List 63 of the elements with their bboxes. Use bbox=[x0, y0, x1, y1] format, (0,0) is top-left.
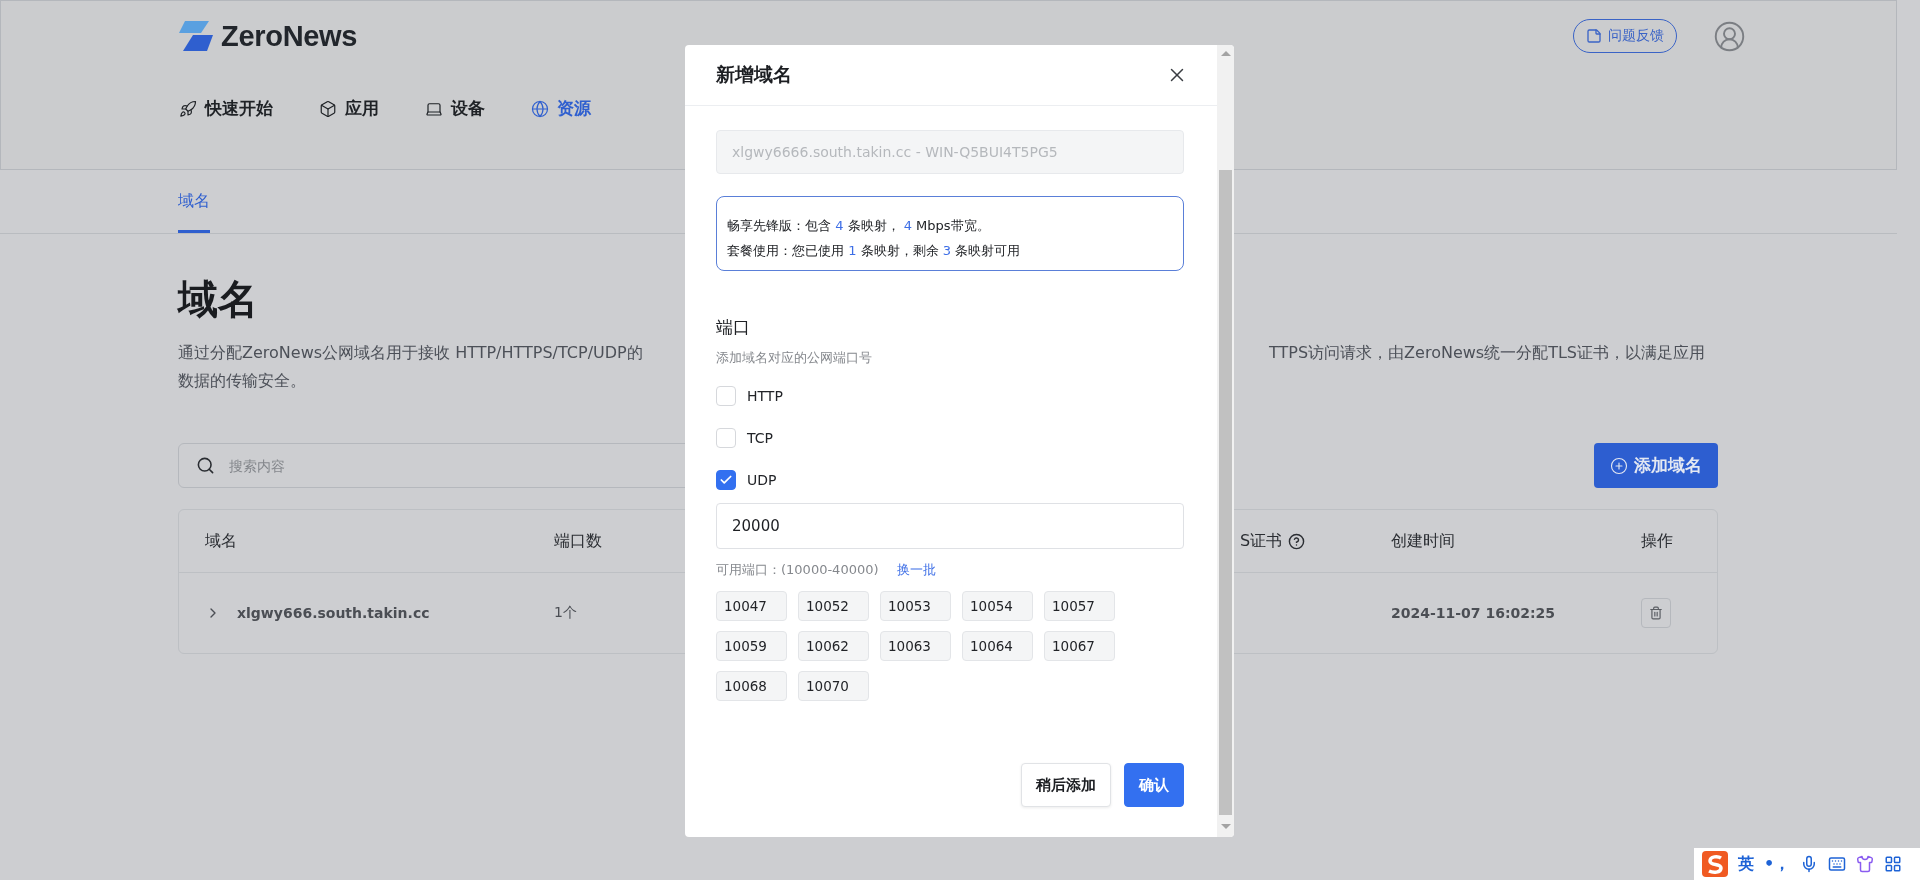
column-header: 操作 bbox=[1641, 530, 1673, 552]
description-text: 数据的传输安全。 bbox=[178, 370, 306, 392]
table-cell: 1个 bbox=[554, 604, 577, 622]
scrollbar[interactable] bbox=[1217, 45, 1234, 837]
available-ports-label: 可用端口：(10000-40000) bbox=[716, 561, 879, 579]
grid-icon[interactable] bbox=[1884, 855, 1903, 873]
hint-text: 添加域名对应的公网端口号 bbox=[716, 349, 873, 367]
column-header: 端口数 bbox=[554, 530, 602, 552]
plan-text: 套餐使用：您已使用 1 条映射，剩余 3 条映射可用 bbox=[727, 242, 1022, 260]
column-header: 域名 bbox=[205, 530, 237, 552]
port-chip[interactable]: 10059 bbox=[716, 631, 787, 661]
globe-icon bbox=[531, 99, 549, 118]
keyboard-icon[interactable] bbox=[1828, 855, 1847, 873]
nav-item[interactable]: 资源 bbox=[531, 97, 591, 120]
help-icon[interactable] bbox=[1288, 532, 1306, 550]
nav-item[interactable]: 快速开始 bbox=[179, 97, 273, 120]
rocket-icon bbox=[179, 99, 197, 118]
description-text: TTPS访问请求，由ZeroNews统一分配TLS证书，以满足应用 bbox=[1269, 342, 1705, 364]
checkbox[interactable] bbox=[716, 470, 736, 490]
port-chip[interactable]: 10057 bbox=[1044, 591, 1115, 621]
checkbox-label: TCP bbox=[747, 430, 773, 446]
port-chip[interactable]: 10064 bbox=[962, 631, 1033, 661]
check-icon bbox=[719, 473, 733, 487]
tab[interactable]: 域名 bbox=[178, 191, 210, 233]
note-icon bbox=[1586, 28, 1602, 44]
search-icon bbox=[196, 456, 215, 475]
avatar-icon[interactable] bbox=[1713, 19, 1746, 53]
column-header: S证书 bbox=[1240, 530, 1283, 552]
port-chip[interactable]: 10068 bbox=[716, 671, 787, 701]
delete-button[interactable] bbox=[1641, 598, 1671, 628]
logo-icon bbox=[179, 21, 213, 51]
port-chip[interactable]: 10047 bbox=[716, 591, 787, 621]
later-button[interactable]: 稍后添加 bbox=[1021, 763, 1111, 807]
port-chip[interactable]: 10052 bbox=[798, 591, 869, 621]
nav-item[interactable]: 应用 bbox=[319, 97, 379, 120]
plus-icon bbox=[1610, 456, 1628, 475]
port-chip[interactable]: 10053 bbox=[880, 591, 951, 621]
port-chip[interactable]: 10067 bbox=[1044, 631, 1115, 661]
confirm-button[interactable]: 确认 bbox=[1124, 763, 1184, 807]
dialog-title: 新增域名 bbox=[716, 62, 792, 87]
port-chip[interactable]: 10054 bbox=[962, 591, 1033, 621]
ime-mode[interactable]: 英 bbox=[1738, 853, 1754, 875]
trash-icon bbox=[1649, 606, 1663, 620]
port-chip[interactable]: 10062 bbox=[798, 631, 869, 661]
plan-text: 畅享先锋版：包含 4 条映射， 4 Mbps带宽。 bbox=[727, 217, 991, 235]
shirt-icon[interactable] bbox=[1856, 855, 1875, 873]
ime-punctuation[interactable]: •， bbox=[1764, 853, 1791, 875]
ime-logo-icon[interactable] bbox=[1702, 851, 1728, 877]
port-input[interactable]: 20000 bbox=[716, 503, 1184, 549]
column-header: 创建时间 bbox=[1391, 530, 1455, 552]
port-chip[interactable]: 10063 bbox=[880, 631, 951, 661]
section-label: 端口 bbox=[716, 316, 751, 339]
port-chip[interactable]: 10070 bbox=[798, 671, 869, 701]
description-text: 通过分配ZeroNews公网域名用于接收 HTTP/HTTPS/TCP/UDP的 bbox=[178, 342, 643, 364]
cube-icon bbox=[319, 99, 337, 118]
add-domain-button[interactable]: 添加域名 bbox=[1594, 443, 1718, 488]
logo-text: ZeroNews bbox=[221, 19, 358, 53]
refresh-link[interactable]: 换一批 bbox=[896, 561, 936, 579]
nav-item[interactable]: 设备 bbox=[425, 97, 485, 120]
checkbox-label: HTTP bbox=[747, 388, 783, 404]
checkbox-label: UDP bbox=[747, 472, 777, 488]
table-cell: xlgwy666.south.takin.cc bbox=[237, 605, 430, 621]
table-cell: 2024-11-07 16:02:25 bbox=[1391, 605, 1556, 621]
